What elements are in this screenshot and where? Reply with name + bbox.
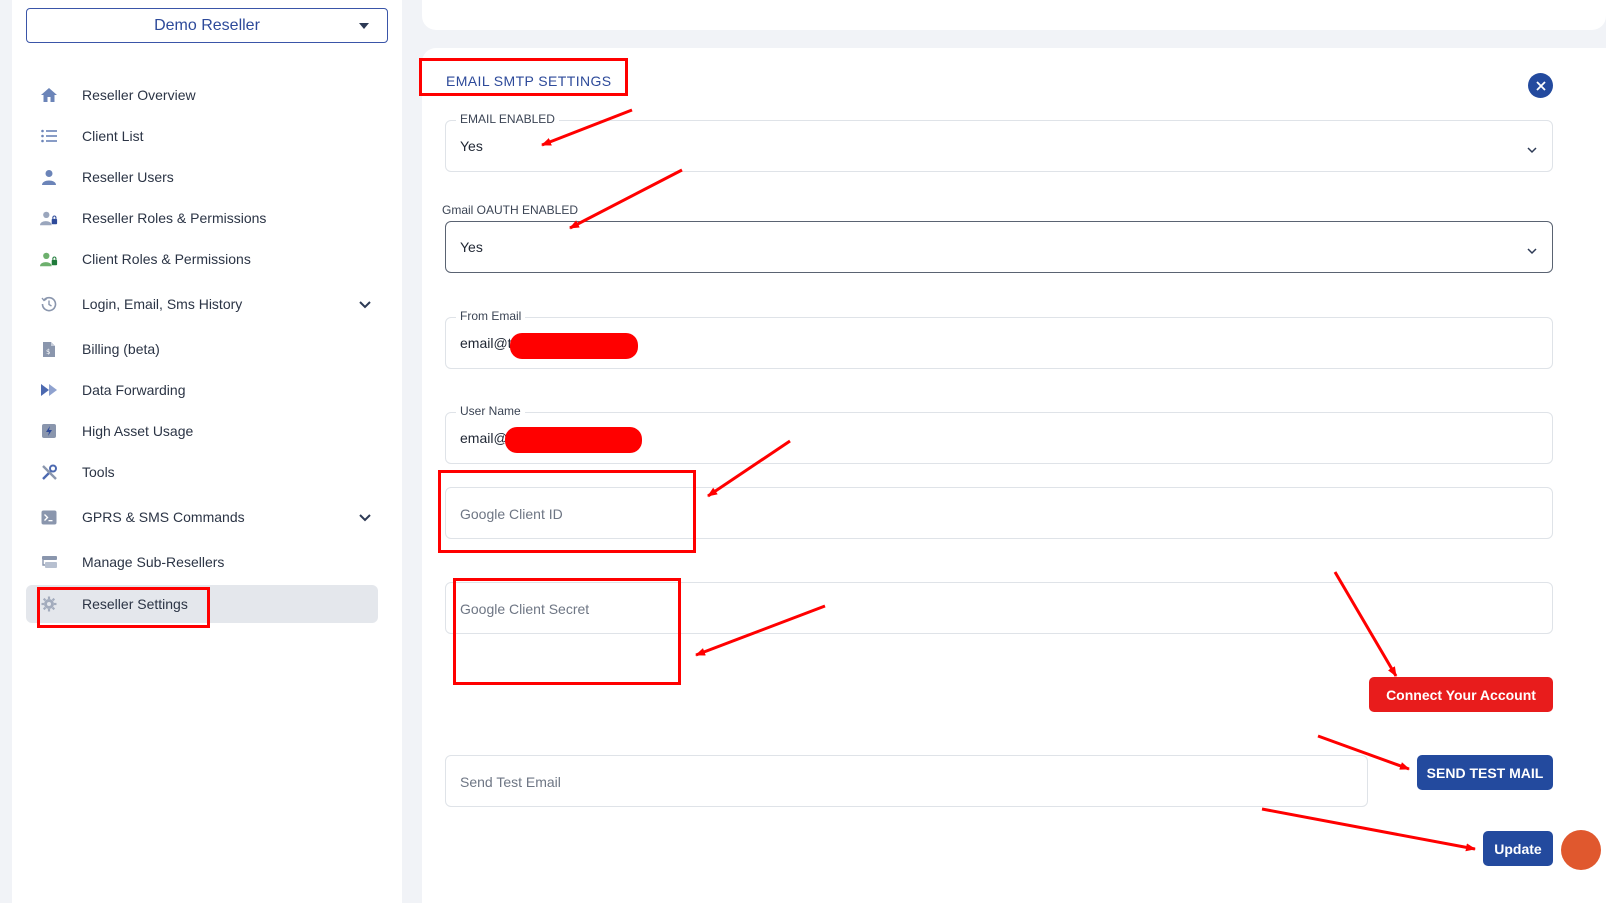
sidebar-item-label: Login, Email, Sms History	[82, 296, 243, 312]
sidebar-item-login-history[interactable]: Login, Email, Sms History	[26, 285, 378, 323]
home-icon	[40, 86, 58, 104]
chevron-down-icon	[358, 297, 372, 315]
redaction-mark	[505, 427, 642, 453]
forward-icon	[40, 381, 58, 399]
annotation-box	[419, 58, 628, 96]
sidebar-item-label: Client List	[82, 128, 144, 144]
update-button[interactable]: Update	[1483, 831, 1553, 866]
sidebar-item-label: Reseller Roles & Permissions	[82, 210, 267, 226]
caret-down-icon	[359, 23, 369, 29]
email-enabled-label: EMAIL ENABLED	[456, 112, 559, 126]
annotation-box	[37, 587, 210, 628]
sidebar-item-label: Billing (beta)	[82, 341, 160, 357]
chevron-down-icon	[358, 510, 372, 528]
email-enabled-value: Yes	[460, 138, 483, 154]
sidebar-item-data-forwarding[interactable]: Data Forwarding	[26, 371, 378, 409]
reseller-select[interactable]: Demo Reseller	[26, 8, 388, 43]
email-enabled-select[interactable]: EMAIL ENABLED Yes	[445, 112, 1553, 172]
user-lock-icon	[40, 209, 58, 227]
from-email-label: From Email	[456, 309, 526, 323]
sidebar: Demo Reseller Reseller Overview Client L…	[12, 0, 402, 903]
sub-reseller-icon	[40, 553, 58, 571]
send-test-mail-button[interactable]: SEND TEST MAIL	[1417, 755, 1553, 790]
close-icon	[1535, 80, 1546, 91]
sidebar-item-billing[interactable]: $ Billing (beta)	[26, 330, 378, 368]
history-icon	[40, 295, 58, 313]
svg-text:$: $	[46, 348, 50, 356]
sidebar-item-manage-sub-resellers[interactable]: Manage Sub-Resellers	[26, 543, 378, 581]
user-name-value: email@	[460, 430, 508, 446]
invoice-icon: $	[40, 340, 58, 358]
chevron-down-icon	[1526, 242, 1538, 260]
chevron-down-icon	[1526, 141, 1538, 159]
from-email-value: email@t	[460, 335, 512, 351]
tools-icon	[40, 463, 58, 481]
list-icon	[40, 127, 58, 145]
sidebar-item-label: Client Roles & Permissions	[82, 251, 251, 267]
gmail-oauth-select[interactable]: Gmail OAUTH ENABLED Yes	[442, 203, 1553, 273]
send-test-email-field[interactable]: Send Test Email	[445, 755, 1368, 807]
annotation-box	[438, 470, 696, 553]
sidebar-item-gprs-sms-commands[interactable]: GPRS & SMS Commands	[26, 498, 378, 536]
sidebar-item-label: Data Forwarding	[82, 382, 186, 398]
sidebar-item-client-list[interactable]: Client List	[26, 117, 378, 155]
reseller-select-value: Demo Reseller	[154, 16, 260, 34]
sidebar-item-high-asset-usage[interactable]: High Asset Usage	[26, 412, 378, 450]
sidebar-item-label: Manage Sub-Resellers	[82, 554, 225, 570]
sidebar-item-tools[interactable]: Tools	[26, 453, 378, 491]
user-lock-green-icon	[40, 250, 58, 268]
annotation-box	[453, 578, 681, 685]
top-card	[422, 0, 1606, 30]
sidebar-item-reseller-overview[interactable]: Reseller Overview	[26, 76, 378, 114]
sidebar-item-label: High Asset Usage	[82, 423, 194, 439]
connect-account-button[interactable]: Connect Your Account	[1369, 677, 1553, 712]
chat-widget-button[interactable]	[1561, 830, 1601, 870]
user-name-label: User Name	[456, 404, 525, 418]
close-button[interactable]	[1528, 73, 1553, 98]
redaction-mark	[510, 333, 638, 359]
gmail-oauth-label: Gmail OAUTH ENABLED	[442, 203, 579, 217]
sidebar-item-reseller-users[interactable]: Reseller Users	[26, 158, 378, 196]
sidebar-item-label: Reseller Overview	[82, 87, 196, 103]
sidebar-item-label: GPRS & SMS Commands	[82, 509, 245, 525]
gmail-oauth-value: Yes	[460, 239, 483, 255]
sidebar-item-client-roles[interactable]: Client Roles & Permissions	[26, 240, 378, 278]
send-test-email-placeholder: Send Test Email	[460, 774, 561, 790]
bolt-icon	[40, 422, 58, 440]
users-icon	[40, 168, 58, 186]
terminal-icon	[40, 508, 58, 526]
sidebar-item-label: Tools	[82, 464, 115, 480]
sidebar-item-reseller-roles[interactable]: Reseller Roles & Permissions	[26, 199, 378, 237]
sidebar-item-label: Reseller Users	[82, 169, 174, 185]
